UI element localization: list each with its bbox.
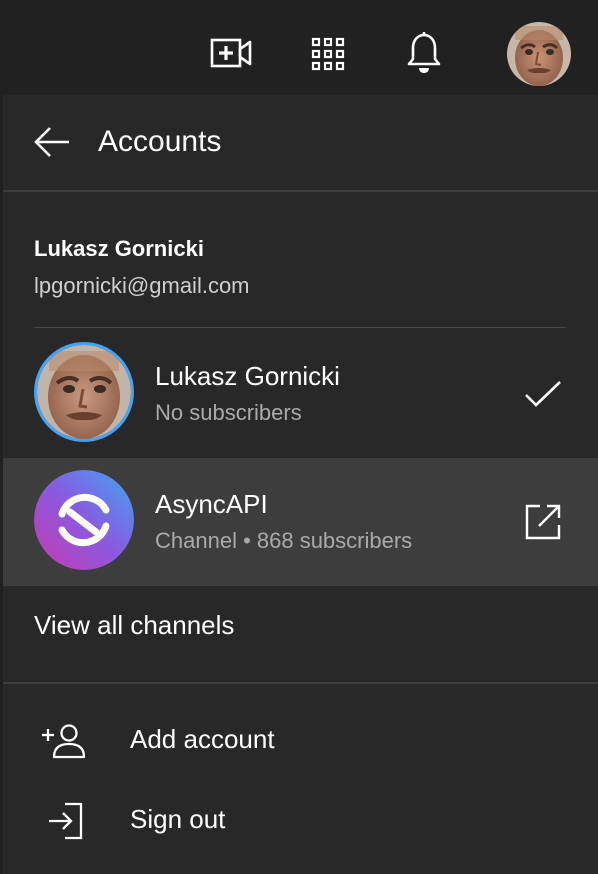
account-email: lpgornicki@gmail.com — [34, 273, 250, 298]
selected-indicator — [521, 372, 565, 416]
checkmark-icon — [525, 381, 561, 407]
divider — [3, 682, 598, 684]
channel-name: AsyncAPI — [155, 489, 268, 519]
sign-out-button[interactable]: Sign out — [3, 781, 598, 859]
open-external-button[interactable] — [521, 500, 565, 544]
sign-out-icon — [49, 802, 83, 840]
back-button[interactable] — [29, 119, 75, 165]
channel-avatar — [34, 342, 134, 442]
asyncapi-logo-icon — [34, 470, 134, 570]
apps-grid-icon — [311, 37, 345, 71]
add-person-icon — [42, 724, 86, 759]
top-bar — [0, 0, 598, 95]
channel-avatar — [34, 470, 134, 570]
channel-name: Lukasz Gornicki — [155, 361, 340, 391]
avatar — [37, 345, 131, 439]
apps-button[interactable] — [305, 32, 351, 76]
avatar — [507, 22, 571, 86]
view-all-channels-link[interactable]: View all channels — [34, 608, 234, 642]
account-name: Lukasz Gornicki — [34, 236, 204, 261]
video-create-icon — [210, 38, 252, 68]
add-account-button[interactable]: Add account — [3, 701, 598, 779]
channel-row-lukasz-gornicki[interactable]: Lukasz Gornicki No subscribers — [3, 330, 598, 458]
arrow-back-icon — [34, 127, 69, 157]
divider — [3, 190, 598, 192]
account-avatar-button[interactable] — [507, 22, 571, 86]
accounts-panel: Accounts Lukasz Gornicki lpgornicki@gmai… — [3, 95, 598, 874]
channel-row-asyncapi[interactable]: AsyncAPI Channel • 868 subscribers — [3, 458, 598, 586]
sign-out-label: Sign out — [130, 804, 226, 834]
bell-icon — [407, 32, 441, 73]
add-account-icon-wrap — [41, 719, 89, 763]
channel-subscribers: Channel • 868 subscribers — [155, 528, 413, 553]
create-video-button[interactable] — [207, 33, 255, 73]
panel-title: Accounts — [98, 125, 222, 158]
add-account-label: Add account — [130, 724, 275, 754]
sign-out-icon-wrap — [41, 799, 89, 843]
youtube-accounts-page: Accounts Lukasz Gornicki lpgornicki@gmai… — [0, 0, 598, 874]
divider — [34, 327, 566, 328]
open-external-icon — [525, 504, 561, 540]
notifications-button[interactable] — [400, 28, 448, 78]
panel-header: Accounts — [3, 95, 598, 190]
channel-subscribers: No subscribers — [155, 400, 302, 425]
